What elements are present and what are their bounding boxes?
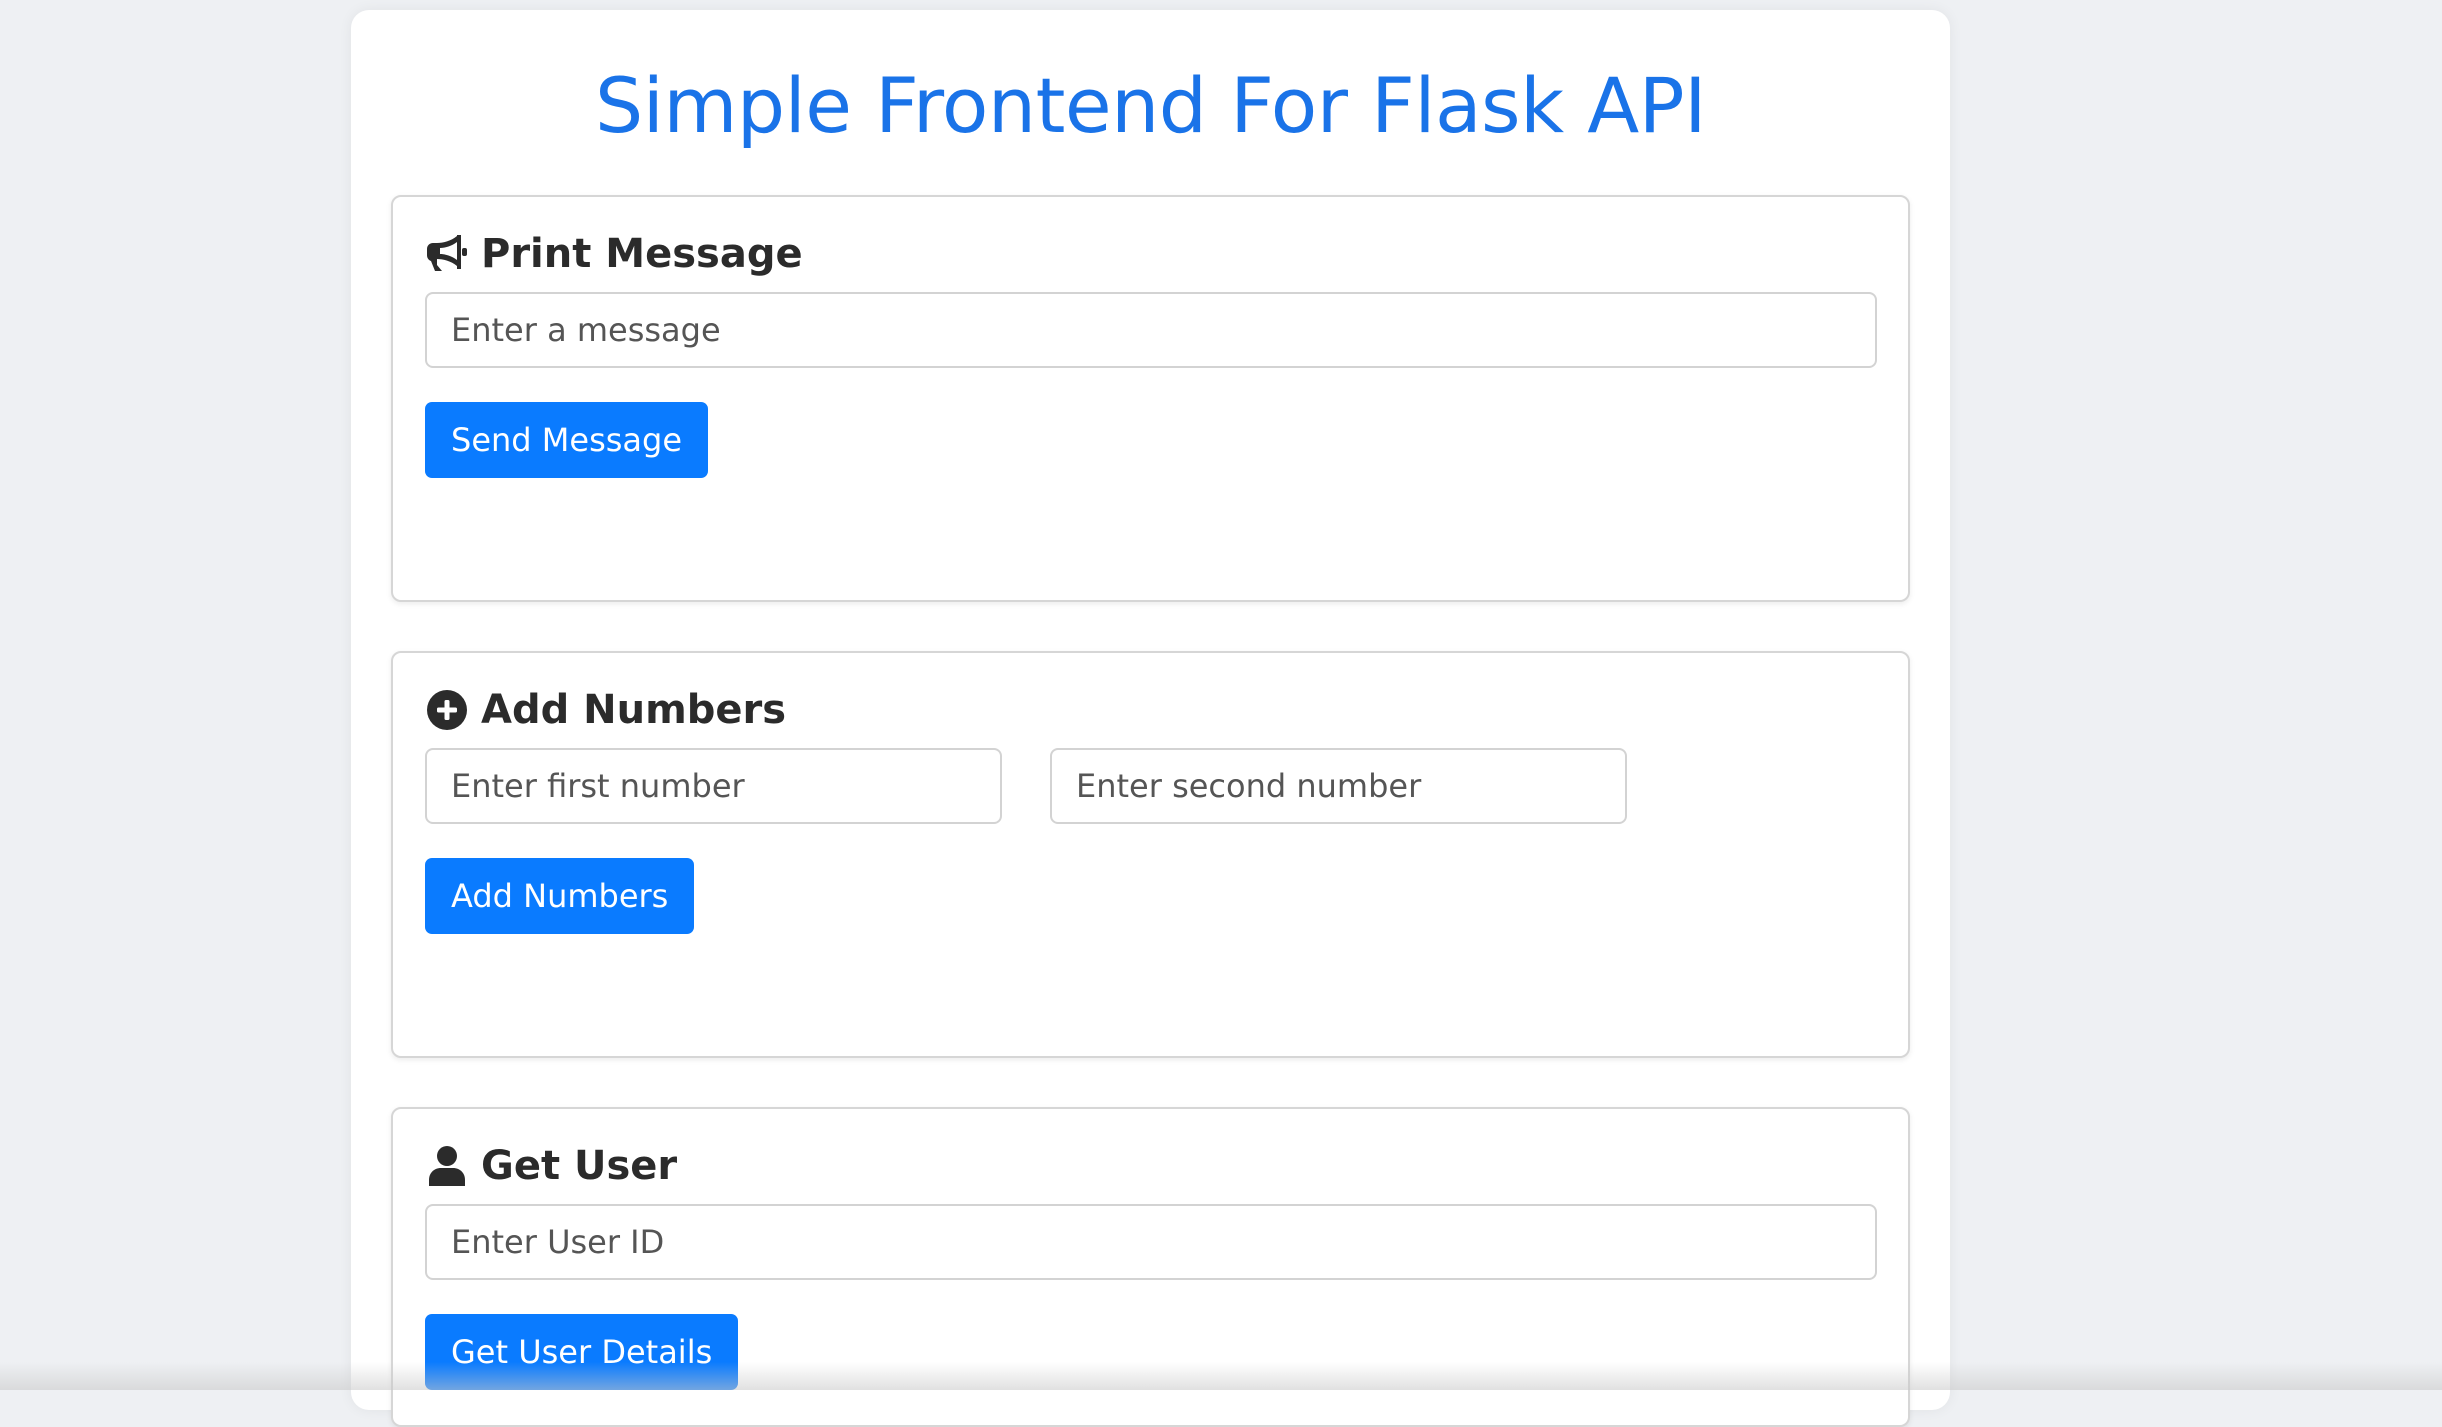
plus-circle-icon <box>425 688 469 732</box>
print-message-card: Print Message Send Message <box>391 195 1910 602</box>
add-numbers-title: Add Numbers <box>481 687 786 733</box>
user-icon <box>425 1144 469 1188</box>
add-numbers-card: Add Numbers Add Numbers <box>391 651 1910 1058</box>
add-numbers-button[interactable]: Add Numbers <box>425 858 694 934</box>
print-message-header: Print Message <box>425 227 803 281</box>
second-number-input[interactable] <box>1050 748 1627 824</box>
print-message-title: Print Message <box>481 231 803 277</box>
main-container: Simple Frontend For Flask API Print Mess… <box>351 10 1950 1410</box>
user-id-input[interactable] <box>425 1204 1877 1280</box>
page-title: Simple Frontend For Flask API <box>351 56 1950 156</box>
get-user-title: Get User <box>481 1143 677 1189</box>
send-message-button[interactable]: Send Message <box>425 402 708 478</box>
get-user-details-button[interactable]: Get User Details <box>425 1314 738 1390</box>
add-numbers-header: Add Numbers <box>425 683 786 737</box>
get-user-card: Get User Get User Details <box>391 1107 1910 1427</box>
megaphone-icon <box>425 232 469 276</box>
get-user-header: Get User <box>425 1139 677 1193</box>
first-number-input[interactable] <box>425 748 1002 824</box>
message-input[interactable] <box>425 292 1877 368</box>
